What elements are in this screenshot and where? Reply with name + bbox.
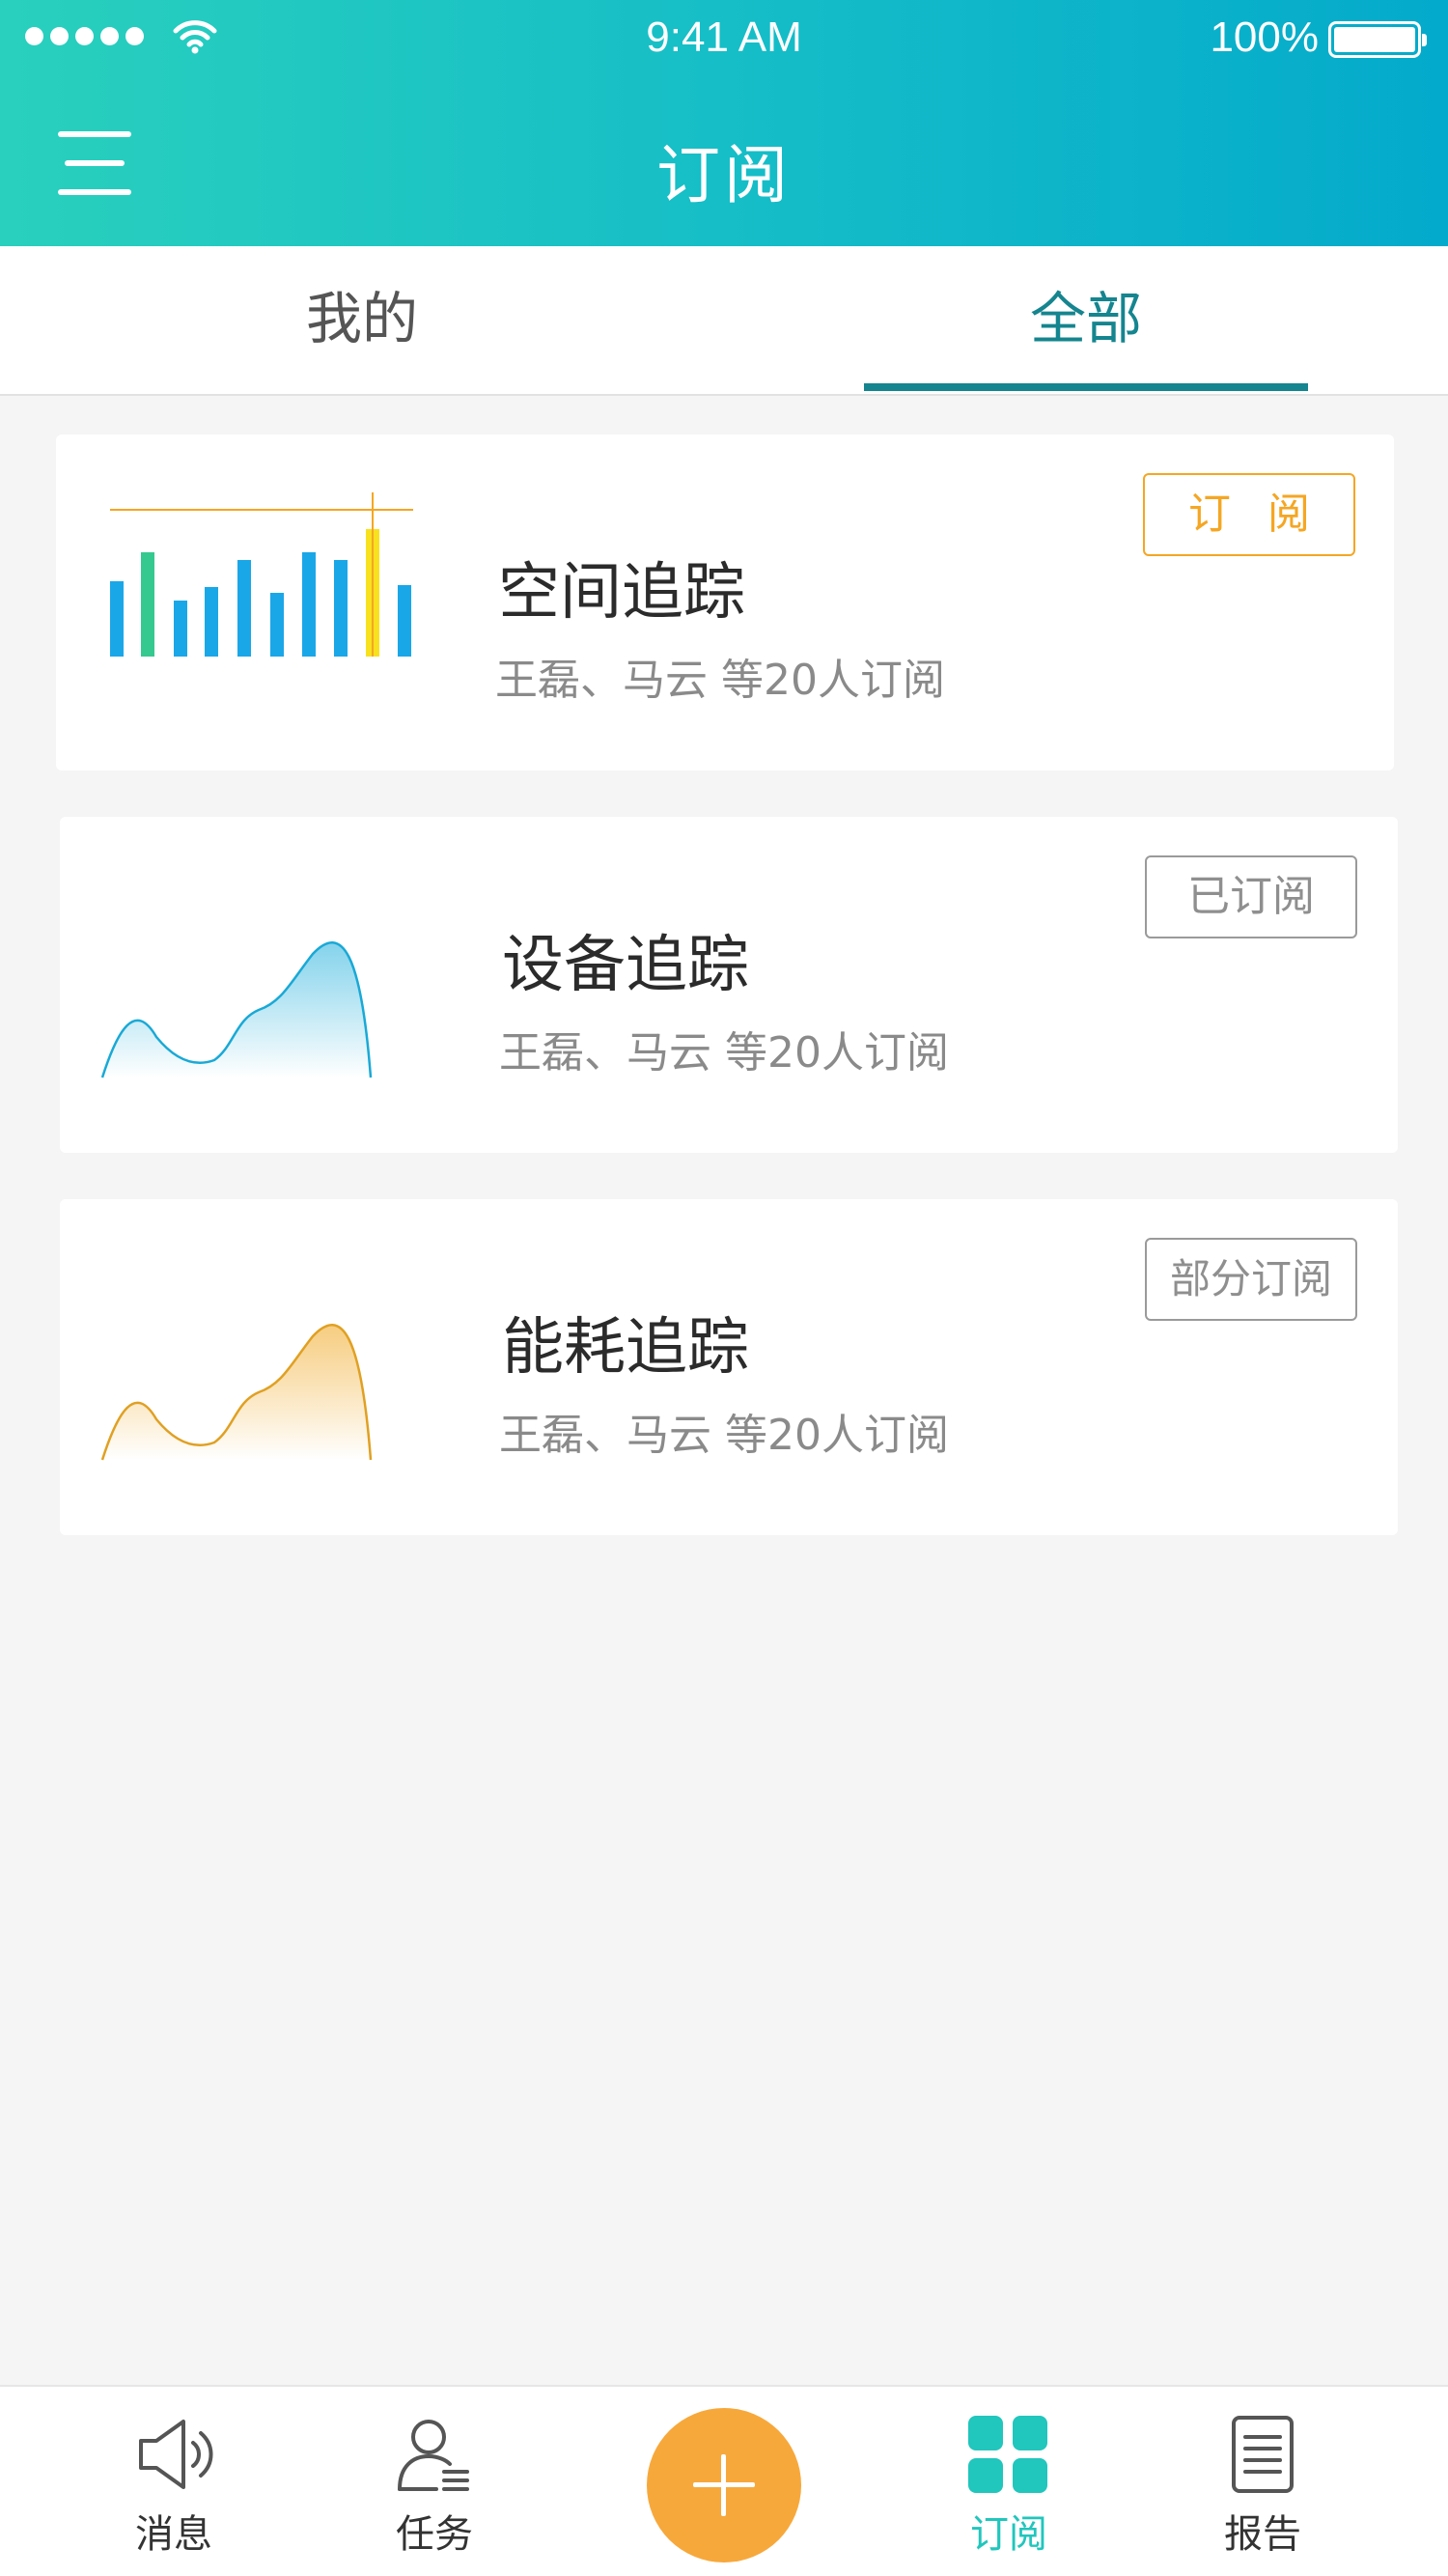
card-subscribers: 王磊、马云 等20人订阅 [499, 1028, 949, 1078]
user-task-icon [398, 2420, 469, 2491]
card-title: 设备追踪 [502, 930, 749, 1001]
tab-mine[interactable]: 我的 [140, 246, 584, 394]
card-subscribers: 王磊、马云 等20人订阅 [495, 656, 945, 705]
subscription-card-space[interactable]: 空间追踪 王磊、马云 等20人订阅 订 阅 [56, 434, 1394, 770]
tab-all[interactable]: 全部 [864, 246, 1308, 394]
card-title: 能耗追踪 [502, 1312, 749, 1384]
card-title: 空间追踪 [498, 557, 745, 629]
nav-label: 订阅 [970, 2512, 1047, 2557]
nav-label: 消息 [135, 2512, 212, 2557]
subscription-card-device[interactable]: 设备追踪 王磊、马云 等20人订阅 已订阅 [60, 817, 1398, 1153]
active-tab-indicator [864, 383, 1308, 391]
card-subscribers: 王磊、马云 等20人订阅 [499, 1411, 949, 1460]
nav-reports[interactable]: 报告 [1176, 2416, 1350, 2570]
grid-icon [968, 2416, 1047, 2493]
battery-percentage: 100% [1210, 14, 1319, 61]
area-chart-blue-thumbnail-icon [100, 941, 373, 1078]
status-bar: 9:41 AM 100% [0, 0, 1448, 77]
partial-subscribe-button[interactable]: 部分订阅 [1145, 1238, 1357, 1321]
app-root: 9:41 AM 100% 订阅 我的 全部 空间追踪 王磊、马云 等20人订阅 … [0, 0, 1448, 2576]
nav-messages[interactable]: 消息 [87, 2416, 261, 2570]
bar-chart-thumbnail-icon [110, 492, 413, 657]
tab-bar: 我的 全部 [0, 246, 1448, 396]
nav-tasks[interactable]: 任务 [348, 2416, 521, 2570]
nav-label: 报告 [1224, 2512, 1301, 2557]
subscription-card-energy[interactable]: 能耗追踪 王磊、马云 等20人订阅 部分订阅 [60, 1199, 1398, 1535]
subscribed-button[interactable]: 已订阅 [1145, 855, 1357, 938]
battery-icon [1328, 21, 1427, 58]
document-icon [1232, 2416, 1294, 2493]
add-button[interactable] [647, 2408, 801, 2562]
bottom-navigation: 消息 任务 订阅 报告 [0, 2385, 1448, 2576]
nav-label: 任务 [396, 2512, 473, 2557]
header: 9:41 AM 100% 订阅 [0, 0, 1448, 246]
subscribe-button[interactable]: 订 阅 [1143, 473, 1355, 556]
page-title: 订阅 [656, 138, 792, 212]
speaker-icon [139, 2420, 213, 2489]
nav-subscriptions[interactable]: 订阅 [922, 2416, 1096, 2570]
area-chart-orange-thumbnail-icon [100, 1324, 373, 1461]
